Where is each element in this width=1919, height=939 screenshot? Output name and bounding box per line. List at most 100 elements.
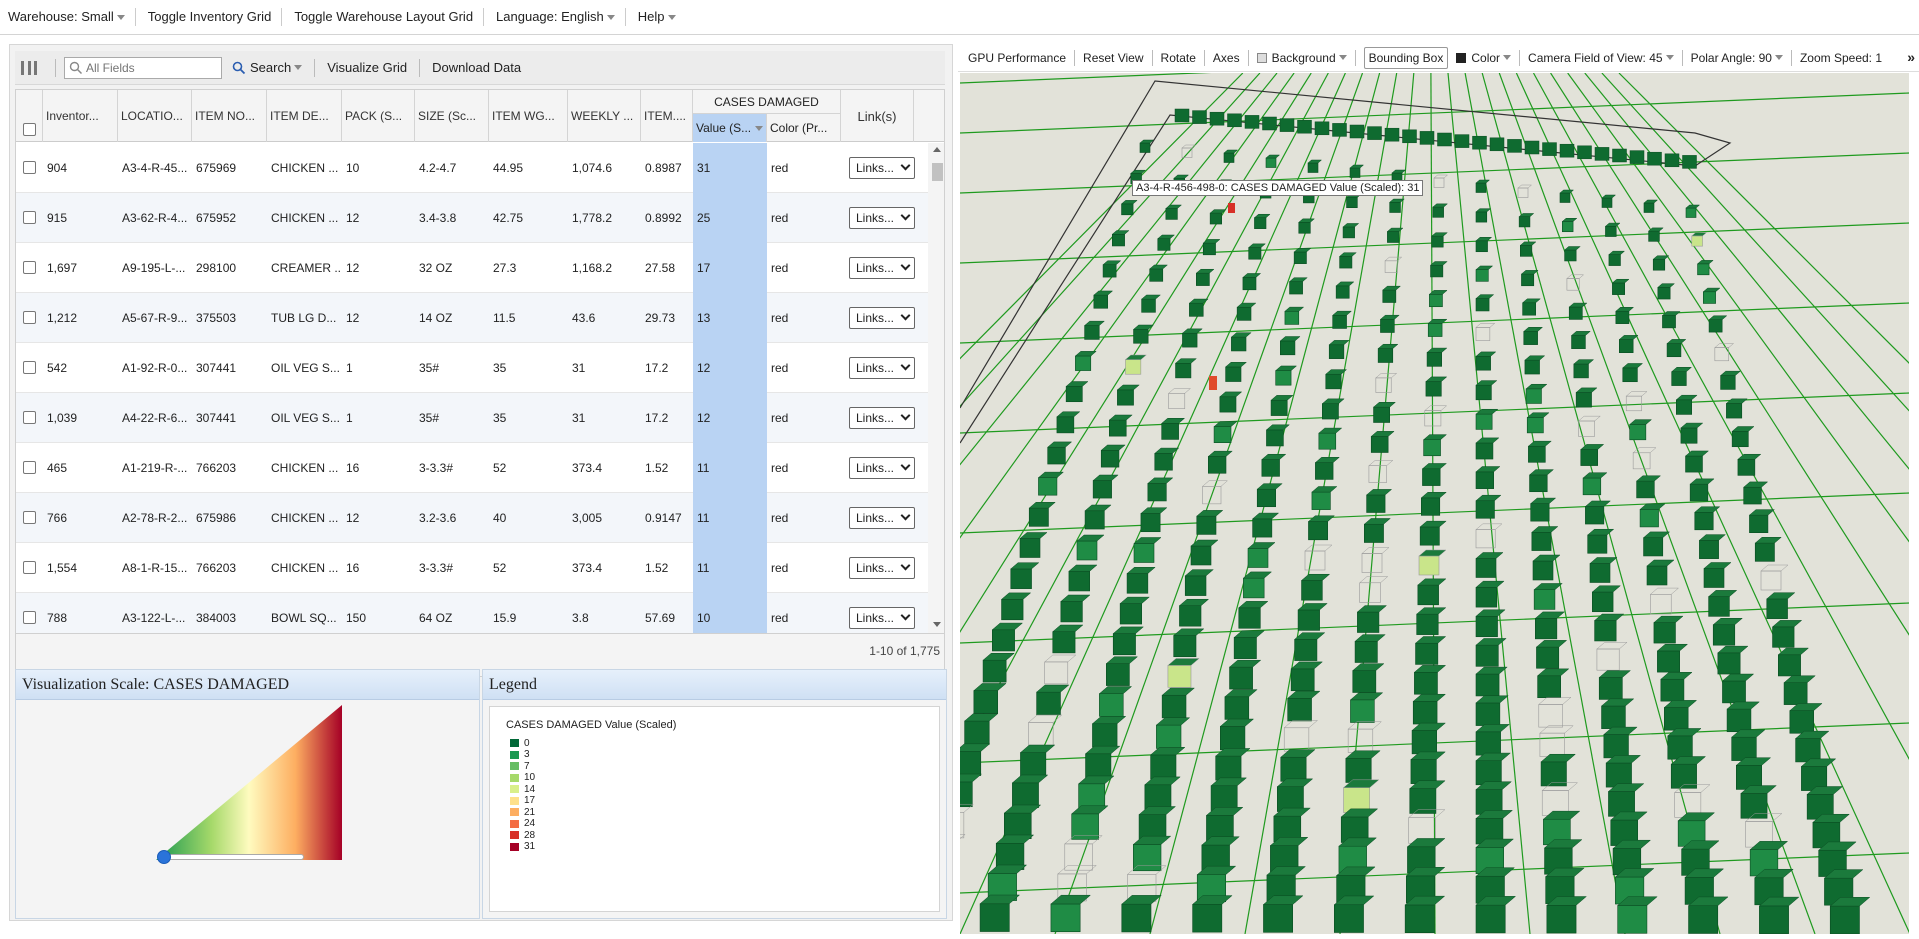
row-checkbox[interactable] [23, 361, 36, 374]
inventory-box[interactable] [1368, 465, 1387, 483]
inventory-box[interactable] [1156, 724, 1182, 749]
column-header[interactable]: Inventor... [43, 90, 118, 142]
inventory-box[interactable] [1277, 786, 1304, 812]
inventory-box[interactable] [1417, 584, 1439, 606]
inventory-box[interactable] [1334, 904, 1364, 933]
inventory-box[interactable] [1601, 197, 1613, 208]
inventory-box[interactable] [1537, 675, 1561, 698]
inventory-box[interactable] [1454, 134, 1470, 148]
inventory-box[interactable] [1384, 127, 1400, 142]
inventory-box[interactable] [1532, 560, 1554, 581]
links-select[interactable]: Links... [849, 357, 915, 379]
inventory-box[interactable] [1208, 456, 1227, 474]
inventory-box[interactable] [1244, 115, 1260, 129]
column-header[interactable]: ITEM NO... [192, 90, 267, 142]
inventory-box[interactable] [1325, 373, 1342, 390]
inventory-box[interactable] [1664, 153, 1680, 168]
inventory-box[interactable] [1182, 332, 1198, 348]
inventory-box[interactable] [1389, 201, 1401, 213]
inventory-box[interactable] [1052, 631, 1076, 654]
links-select[interactable]: Links... [849, 207, 915, 229]
value-scaled-column-header[interactable]: Value (S... [693, 114, 767, 142]
inventory-box[interactable] [1150, 754, 1177, 780]
inventory-box[interactable] [1414, 672, 1438, 695]
row-checkbox[interactable] [23, 411, 36, 424]
column-header[interactable]: ITEM DE... [267, 90, 342, 142]
inventory-box[interactable] [1518, 216, 1531, 228]
inventory-box[interactable] [1594, 147, 1610, 161]
inventory-box[interactable] [1432, 206, 1444, 218]
inventory-box[interactable] [1708, 596, 1730, 617]
inventory-box[interactable] [1332, 123, 1347, 137]
inventory-box[interactable] [1099, 693, 1124, 717]
help-menu[interactable]: Help [634, 8, 686, 26]
inventory-box[interactable] [1349, 167, 1361, 178]
scale-slider-handle[interactable] [157, 850, 171, 864]
inventory-box[interactable] [1192, 110, 1207, 124]
inventory-box[interactable] [1084, 325, 1100, 340]
inventory-box[interactable] [1133, 844, 1162, 872]
inventory-box[interactable] [1542, 142, 1557, 156]
inventory-box[interactable] [1535, 618, 1558, 640]
inventory-box[interactable] [1430, 264, 1444, 278]
inventory-box[interactable] [979, 903, 1010, 932]
inventory-box[interactable] [1691, 235, 1703, 247]
column-header[interactable]: ITEM WG... [489, 90, 568, 142]
inventory-box[interactable] [1377, 348, 1394, 363]
inventory-box[interactable] [982, 659, 1007, 683]
inventory-box[interactable] [1608, 254, 1621, 266]
select-all-checkbox[interactable] [22, 123, 36, 136]
search-field[interactable] [64, 56, 222, 79]
search-input[interactable] [86, 60, 216, 75]
inventory-box[interactable] [1404, 904, 1435, 933]
inventory-box[interactable] [1322, 403, 1339, 420]
inventory-box[interactable] [1133, 329, 1149, 344]
color-column-header[interactable]: Color (Pr... [767, 114, 841, 142]
inventory-box[interactable] [1717, 652, 1741, 675]
inventory-box[interactable] [1682, 155, 1697, 169]
inventory-box[interactable] [1012, 782, 1039, 808]
inventory-box[interactable] [1722, 680, 1746, 704]
inventory-box[interactable] [1416, 613, 1439, 635]
inventory-box[interactable] [1522, 302, 1536, 316]
inventory-box[interactable] [1161, 694, 1187, 719]
inventory-box[interactable] [1328, 344, 1345, 359]
links-select[interactable]: Links... [849, 557, 915, 579]
inventory-box[interactable] [1139, 142, 1151, 153]
inventory-box[interactable] [1266, 429, 1284, 447]
inventory-box[interactable] [1419, 131, 1435, 145]
inventory-box[interactable] [1795, 738, 1821, 763]
inventory-box[interactable] [1475, 442, 1494, 460]
inventory-box[interactable] [1126, 573, 1149, 594]
inventory-box[interactable] [1366, 494, 1386, 513]
gpu-performance-button[interactable]: GPU Performance [968, 49, 1076, 66]
inventory-box[interactable] [1283, 727, 1310, 752]
inventory-box[interactable] [1297, 119, 1312, 134]
inventory-box[interactable] [1357, 611, 1380, 633]
inventory-box[interactable] [1133, 543, 1155, 563]
inventory-box[interactable] [1270, 399, 1288, 416]
inventory-box[interactable] [1540, 761, 1567, 787]
inventory-box[interactable] [1662, 315, 1676, 329]
toggle-layout-grid-button[interactable]: Toggle Warehouse Layout Grid [290, 8, 485, 26]
inventory-box[interactable] [1075, 355, 1092, 371]
inventory-box[interactable] [1743, 486, 1762, 505]
zoom-speed-menu[interactable]: Zoom Speed: 1 [1800, 50, 1890, 66]
inventory-box[interactable] [1202, 242, 1216, 256]
inventory-box[interactable] [1425, 381, 1442, 397]
inventory-box[interactable] [1294, 639, 1318, 661]
inventory-box[interactable] [1184, 575, 1207, 596]
inventory-box[interactable] [1520, 245, 1533, 257]
inventory-box[interactable] [1617, 905, 1648, 934]
inventory-box[interactable] [1044, 661, 1069, 685]
inventory-box[interactable] [1680, 427, 1698, 444]
inventory-box[interactable] [1119, 603, 1142, 625]
inventory-box[interactable] [1092, 723, 1118, 748]
links-select[interactable]: Links... [849, 407, 915, 429]
inventory-box[interactable] [1562, 221, 1574, 233]
inventory-box[interactable] [1352, 670, 1377, 693]
inventory-box[interactable] [1437, 132, 1452, 147]
inventory-box[interactable] [1280, 340, 1296, 356]
inventory-box[interactable] [1106, 663, 1130, 686]
inventory-box[interactable] [1109, 419, 1127, 437]
